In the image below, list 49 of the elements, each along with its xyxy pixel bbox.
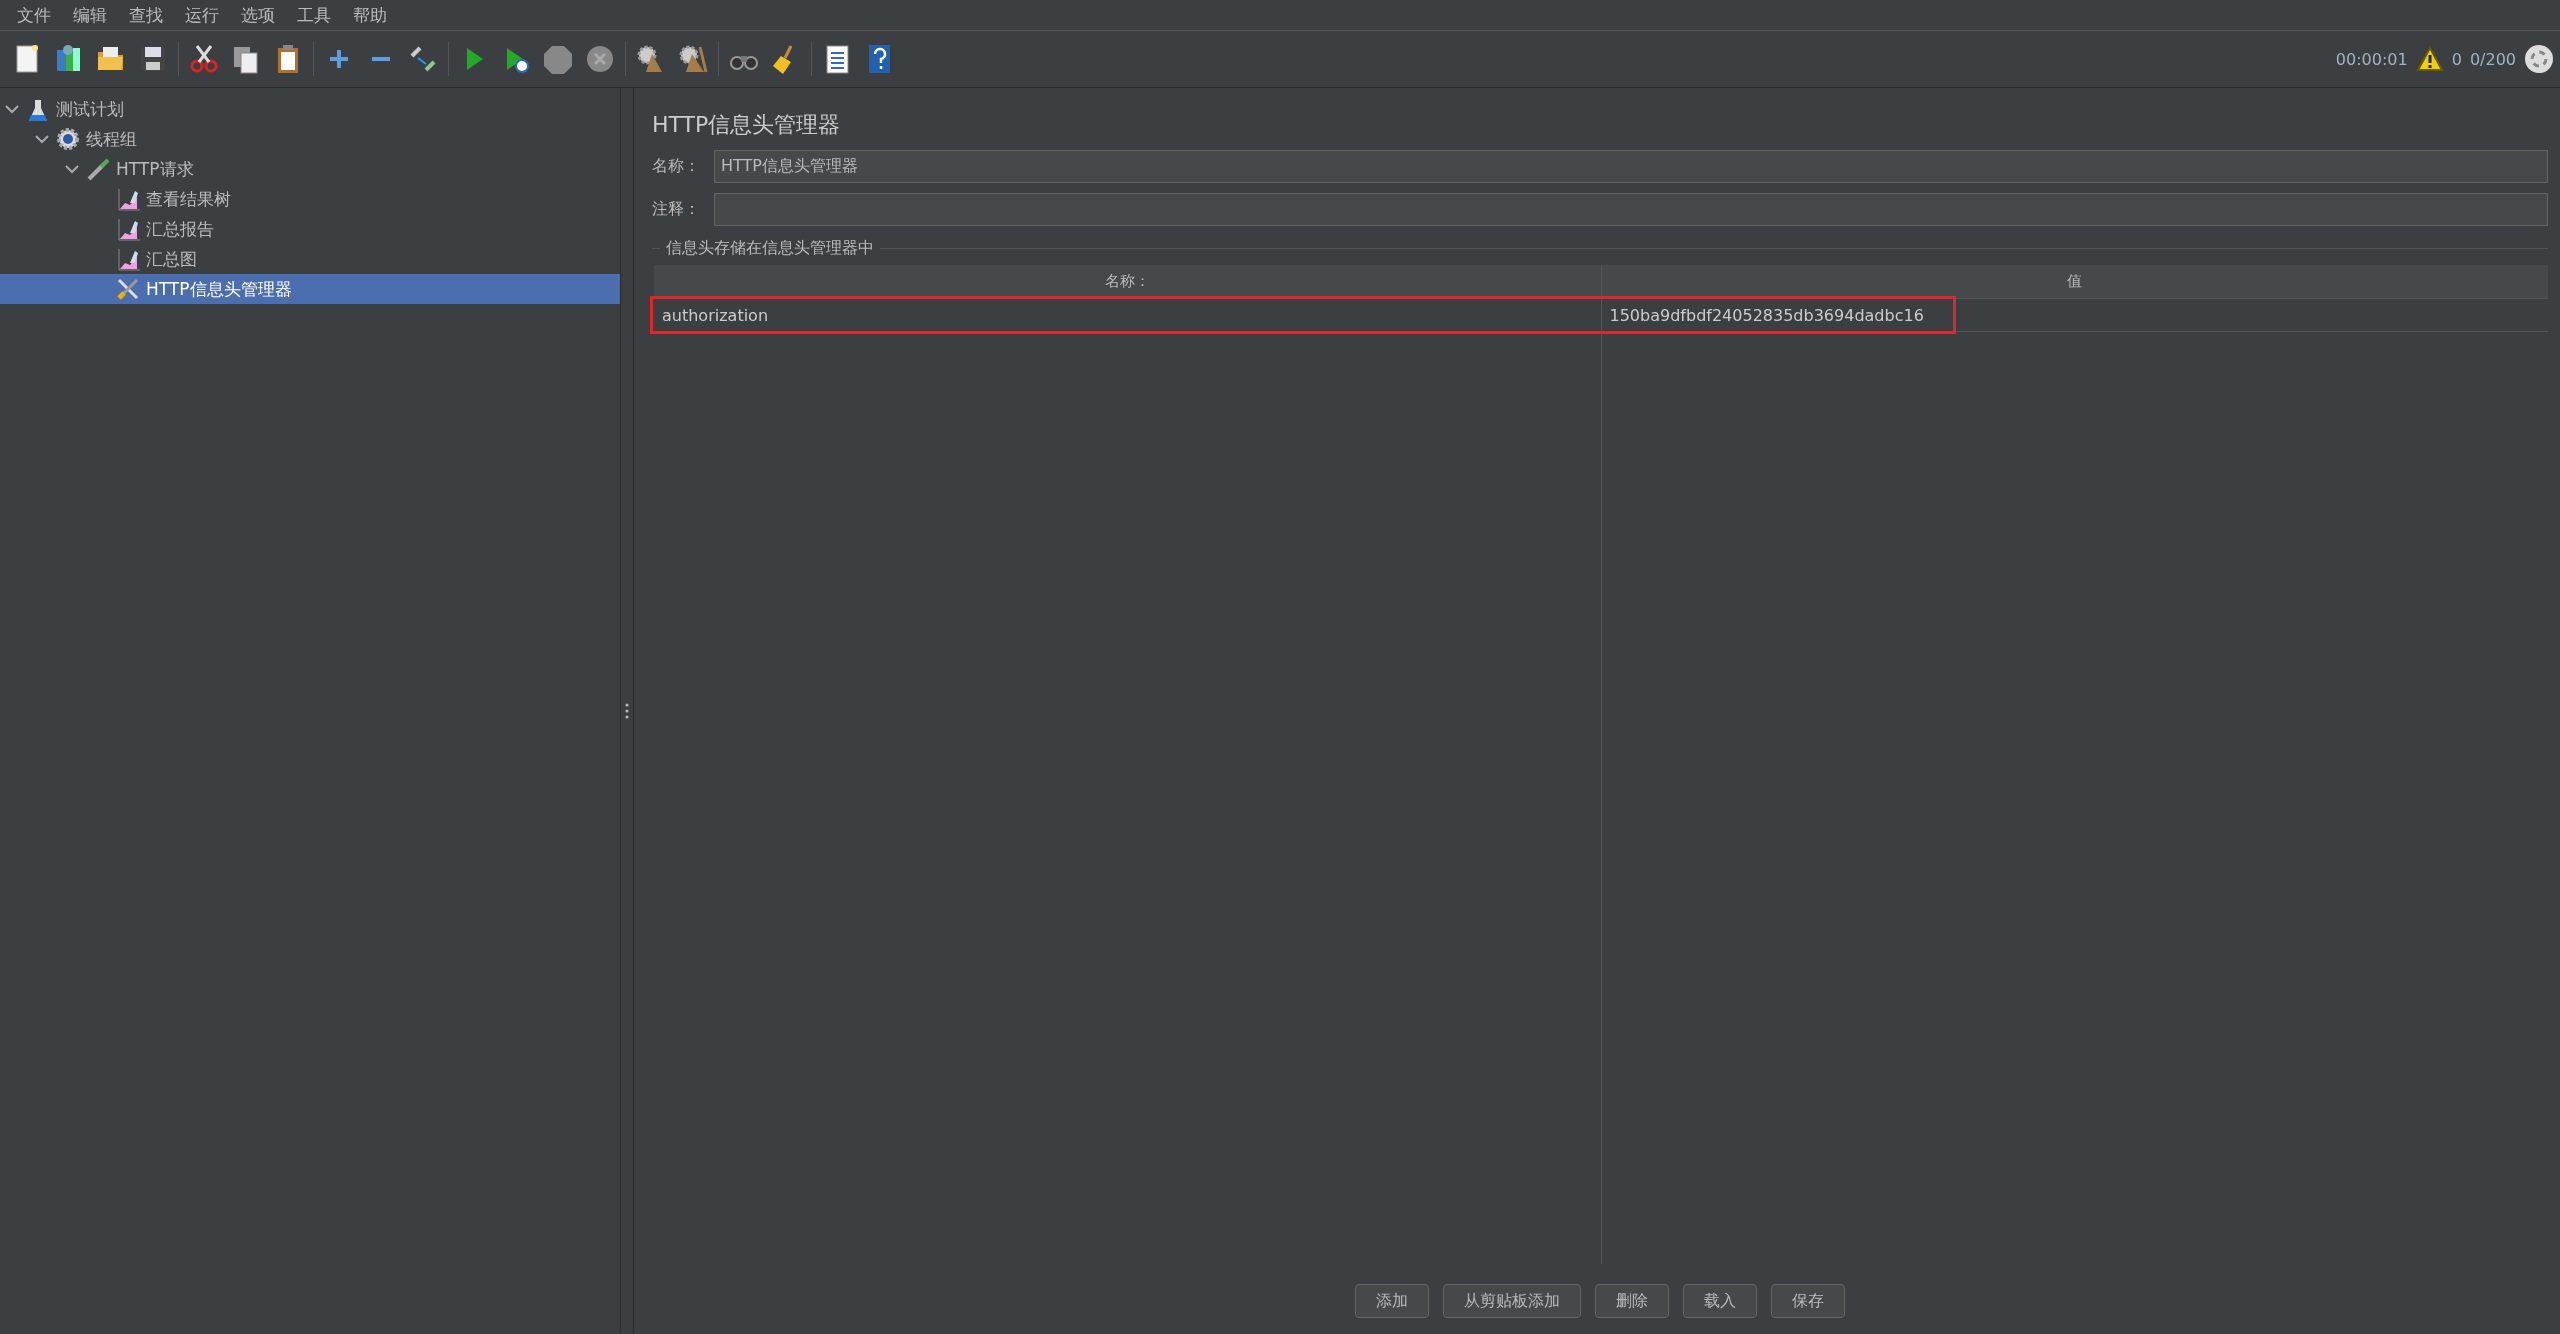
tree-item-row[interactable]: 汇总报告 [0, 214, 620, 244]
wrench-screwdriver-icon [116, 277, 140, 301]
tree-item-label: HTTP信息头管理器 [146, 277, 292, 301]
text-field[interactable] [714, 193, 2548, 226]
flask-icon [26, 97, 50, 121]
chart-icon [116, 217, 140, 241]
action-button[interactable]: 删除 [1595, 1284, 1669, 1318]
action-button[interactable]: 添加 [1355, 1284, 1429, 1318]
action-button[interactable]: 保存 [1771, 1284, 1845, 1318]
table-cell: 150ba9dfbdf24052835db3694dadbc16 [1601, 299, 2548, 332]
thread-count: 0/200 [2469, 49, 2516, 69]
menu-item[interactable]: 工具 [286, 3, 342, 27]
tree-item-row[interactable]: 线程组 [0, 124, 620, 154]
gear-icon [56, 127, 80, 151]
text-field[interactable]: HTTP信息头管理器 [714, 150, 2548, 183]
column-header[interactable]: 名称： [654, 265, 1601, 299]
panel-title: HTTP信息头管理器 [652, 111, 842, 139]
tree-item-highlight[interactable]: HTTP信息头管理器 [0, 274, 620, 304]
tree-item-row[interactable]: 汇总图 [0, 244, 620, 274]
tree-item-label: 汇总图 [146, 247, 197, 271]
action-button[interactable]: 从剪贴板添加 [1443, 1284, 1581, 1318]
menu-item[interactable]: 运行 [174, 3, 230, 27]
warning-count: 0 [2451, 49, 2462, 69]
field-label: 名称： [652, 156, 701, 177]
tree-item-row[interactable]: HTTP请求 [0, 154, 620, 184]
menu-item[interactable]: 查找 [118, 3, 174, 27]
menu-item[interactable]: 编辑 [62, 3, 118, 27]
tree-item-label: 测试计划 [56, 97, 124, 121]
chart-icon [116, 247, 140, 271]
menu-item[interactable]: 帮助 [342, 3, 398, 27]
column-header[interactable]: 值 [1601, 265, 2548, 299]
chart-icon [116, 187, 140, 211]
tree-item-label: 查看结果树 [146, 187, 231, 211]
action-button[interactable]: 载入 [1683, 1284, 1757, 1318]
menu-item[interactable]: 选项 [230, 3, 286, 27]
tree-item-label: 线程组 [86, 127, 137, 151]
tree-item-label: HTTP请求 [116, 157, 194, 181]
splitter-handle-icon[interactable] [625, 703, 629, 719]
table-cell: authorization [654, 299, 1601, 332]
menu-item[interactable]: 文件 [6, 3, 62, 27]
tree-item-label: 汇总报告 [146, 217, 214, 241]
globe-icon [2524, 44, 2554, 74]
group-title: 信息头存储在信息头管理器中 [652, 238, 2548, 259]
pipette-icon [86, 157, 110, 181]
tree-item-row[interactable]: 测试计划 [0, 94, 620, 124]
tree-item-row[interactable]: 查看结果树 [0, 184, 620, 214]
elapsed-time: 00:00:01 [2335, 49, 2408, 69]
warning-icon[interactable] [2415, 46, 2444, 72]
field-label: 注释： [652, 199, 701, 220]
